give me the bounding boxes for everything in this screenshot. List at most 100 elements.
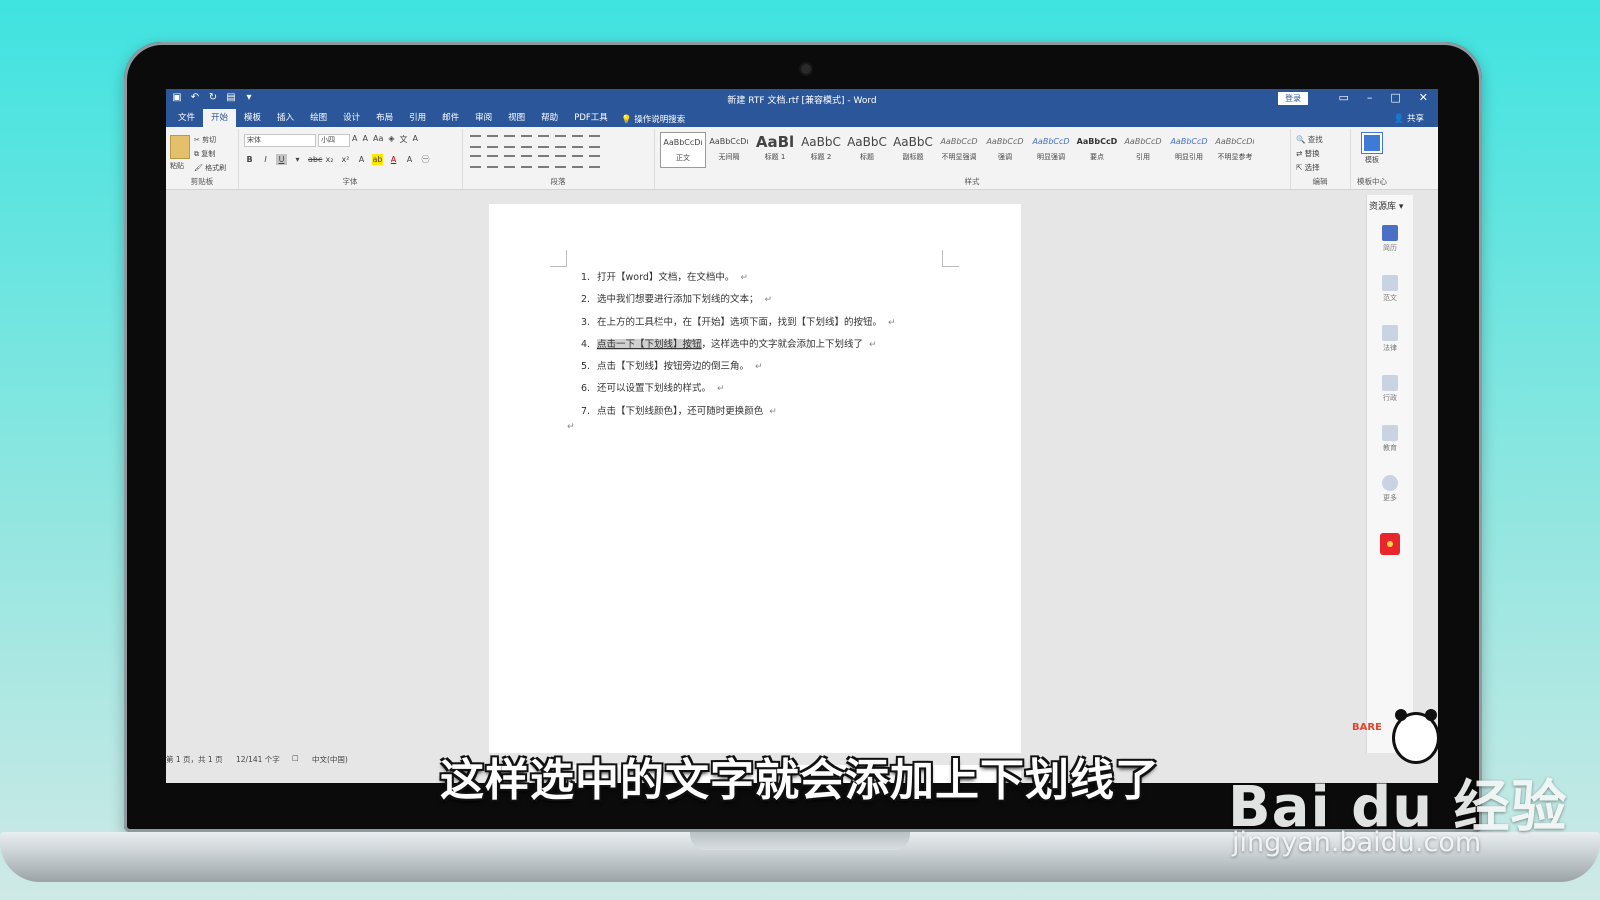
- style-item[interactable]: AaBbCcDı 无间隔: [706, 132, 752, 166]
- enclose-char-icon[interactable]: ㊀: [420, 154, 431, 165]
- tab-7[interactable]: 引用: [401, 109, 434, 127]
- char-shading-icon[interactable]: A: [404, 154, 415, 165]
- tab-5[interactable]: 设计: [335, 109, 368, 127]
- font-color-icon[interactable]: A: [388, 154, 399, 165]
- underline-button[interactable]: U: [276, 154, 287, 165]
- replace-button[interactable]: ⇄ 替换: [1296, 147, 1323, 161]
- resource-item[interactable]: 更多: [1375, 475, 1405, 503]
- tab-3[interactable]: 插入: [269, 109, 302, 127]
- style-name: 要点: [1090, 153, 1104, 161]
- superscript-button[interactable]: x²: [340, 154, 351, 165]
- style-item[interactable]: AaBbCcD 强调: [982, 132, 1028, 166]
- share-button[interactable]: 👤 共享: [1394, 112, 1424, 124]
- tab-2[interactable]: 模板: [236, 109, 269, 127]
- align-center-icon[interactable]: [487, 155, 498, 168]
- style-item[interactable]: AaBbCcD 引用: [1120, 132, 1166, 166]
- style-item[interactable]: AaBbCcDı 正文: [660, 132, 706, 168]
- resource-item[interactable]: 法律: [1375, 325, 1405, 353]
- tab-12[interactable]: PDF工具: [566, 109, 616, 127]
- borders-icon[interactable]: [589, 155, 600, 168]
- ribbon-display-icon[interactable]: ▭: [1338, 91, 1348, 104]
- style-item[interactable]: AaBbCcD 不明显强调: [936, 132, 982, 166]
- distributed-icon[interactable]: [538, 155, 549, 168]
- style-item[interactable]: AaBbCcD 明显引用: [1166, 132, 1212, 166]
- tab-4[interactable]: 绘图: [302, 109, 335, 127]
- find-button[interactable]: 🔍 查找: [1296, 133, 1323, 147]
- copy-button[interactable]: ⧉ 复制: [194, 147, 226, 161]
- minimize-icon[interactable]: –: [1367, 91, 1373, 104]
- style-item[interactable]: AaBl 标题 1: [752, 132, 798, 166]
- align-right-icon[interactable]: [504, 155, 515, 168]
- grow-font-button[interactable]: A: [352, 134, 357, 145]
- align-left-icon[interactable]: [470, 155, 481, 168]
- list-item[interactable]: 5. 点击【下划线】按钮旁边的倒三角。 ↵: [581, 356, 896, 378]
- multilevel-list-icon[interactable]: [504, 135, 515, 148]
- subscript-button[interactable]: x₂: [324, 154, 335, 165]
- char-border-icon[interactable]: A: [413, 134, 418, 145]
- show-marks-icon[interactable]: [589, 135, 600, 148]
- template-button[interactable]: 模板: [1360, 133, 1384, 165]
- sort-icon[interactable]: [572, 135, 583, 148]
- strikethrough-button[interactable]: abc: [308, 154, 322, 165]
- document-page[interactable]: 1. 打开【word】文档，在文档中。 ↵ 2. 选中我们想要进行添加下划线的文本； ↵ 3…: [489, 204, 1021, 783]
- decrease-indent-icon[interactable]: [521, 135, 532, 148]
- tell-me-search[interactable]: 💡 操作说明搜索: [621, 113, 685, 125]
- text-effects-icon[interactable]: A: [356, 154, 367, 165]
- increase-indent-icon[interactable]: [538, 135, 549, 148]
- tab-11[interactable]: 帮助: [533, 109, 566, 127]
- list-item[interactable]: 1. 打开【word】文档，在文档中。 ↵: [581, 267, 896, 289]
- list-text: 选中我们想要进行添加下划线的文本；: [597, 294, 759, 306]
- style-item[interactable]: AaBbCcD 明显强调: [1028, 132, 1074, 166]
- list-item[interactable]: 2. 选中我们想要进行添加下划线的文本； ↵: [581, 289, 896, 311]
- webcam: [801, 64, 811, 74]
- phonetic-icon[interactable]: 文: [400, 134, 408, 145]
- styles-group-label: 样式: [964, 177, 980, 186]
- tab-10[interactable]: 视图: [500, 109, 533, 127]
- tab-8[interactable]: 邮件: [434, 109, 467, 127]
- resource-item[interactable]: 教育: [1375, 425, 1405, 453]
- change-case-button[interactable]: Aa: [373, 134, 383, 145]
- tab-9[interactable]: 审阅: [467, 109, 500, 127]
- font-size-dropdown[interactable]: 小四: [318, 134, 350, 147]
- list-item[interactable]: 7. 点击【下划线颜色】，还可随时更换颜色 ↵: [581, 401, 896, 423]
- highlight-icon[interactable]: ab: [372, 154, 383, 165]
- style-item[interactable]: AaBbC 标题: [844, 132, 890, 166]
- resource-panel-title[interactable]: 资源库 ▾: [1369, 199, 1403, 212]
- chinese-layout-icon[interactable]: [555, 135, 566, 148]
- list-item[interactable]: 4. 点击一下【下划线】按钮，这样选中的文字就会添加上下划线了 ↵: [581, 334, 896, 356]
- bold-button[interactable]: B: [244, 154, 255, 165]
- line-spacing-icon[interactable]: [555, 155, 566, 168]
- selected-text[interactable]: 点击一下【下划线】按钮: [597, 338, 702, 350]
- resource-item[interactable]: 简历: [1375, 225, 1405, 253]
- font-name-dropdown[interactable]: 宋体: [244, 134, 316, 147]
- resource-item[interactable]: 范文: [1375, 275, 1405, 303]
- format-painter-button[interactable]: 🖌 格式刷: [194, 161, 226, 175]
- bullets-icon[interactable]: [470, 135, 481, 148]
- style-item[interactable]: AaBbC 标题 2: [798, 132, 844, 166]
- tab-6[interactable]: 布局: [368, 109, 401, 127]
- list-item[interactable]: 6. 还可以设置下划线的样式。 ↵: [581, 378, 896, 400]
- maximize-icon[interactable]: □: [1390, 91, 1400, 104]
- shading-icon[interactable]: [572, 155, 583, 168]
- paste-icon[interactable]: [170, 135, 190, 159]
- tab-1[interactable]: 开始: [203, 109, 237, 127]
- style-item[interactable]: AaBbC 副标题: [890, 132, 936, 166]
- signin-button[interactable]: 登录: [1278, 92, 1308, 105]
- italic-button[interactable]: I: [260, 154, 271, 165]
- tab-0[interactable]: 文件: [170, 109, 203, 127]
- style-item[interactable]: AaBbCcD 要点: [1074, 132, 1120, 166]
- underline-dropdown-icon[interactable]: ▾: [292, 154, 303, 165]
- red-envelope-icon[interactable]: [1380, 533, 1400, 555]
- find-label: 查找: [1307, 135, 1323, 144]
- document-body[interactable]: 1. 打开【word】文档，在文档中。 ↵ 2. 选中我们想要进行添加下划线的文本； ↵ 3…: [581, 267, 896, 423]
- numbering-icon[interactable]: [487, 135, 498, 148]
- cut-button[interactable]: ✂ 剪切: [194, 133, 226, 147]
- list-item[interactable]: 3. 在上方的工具栏中，在【开始】选项下面，找到【下划线】的按钮。 ↵: [581, 312, 896, 334]
- justify-icon[interactable]: [521, 155, 532, 168]
- shrink-font-button[interactable]: A: [362, 134, 367, 145]
- select-button[interactable]: ⇱ 选择: [1296, 161, 1323, 175]
- resource-item[interactable]: 行政: [1375, 375, 1405, 403]
- style-item[interactable]: AaBbCcDı 不明显参考: [1212, 132, 1258, 166]
- close-icon[interactable]: ✕: [1419, 91, 1428, 104]
- clear-format-icon[interactable]: ◈: [388, 134, 394, 145]
